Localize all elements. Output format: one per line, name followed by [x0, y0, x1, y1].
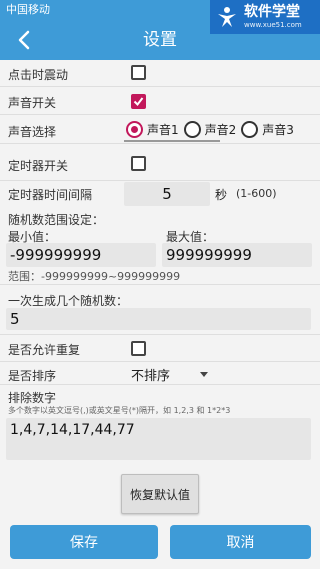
row-timer-switch: 定时器开关: [0, 145, 320, 181]
watermark-title: 软件学堂: [244, 4, 300, 20]
exclude-value: 1,4,7,14,17,44,77: [10, 422, 135, 438]
restore-default-button[interactable]: 恢复默认值: [121, 474, 199, 514]
radio-underline: [124, 140, 220, 142]
min-value: -999999999: [10, 246, 102, 264]
min-value-input[interactable]: -999999999: [6, 243, 156, 267]
count-label: 一次生成几个随机数：: [8, 294, 129, 308]
sound-radio-group: 声音1 声音2 声音3: [126, 116, 299, 143]
allow-repeat-checkbox[interactable]: [131, 341, 146, 356]
sound-radio-3[interactable]: 声音3: [241, 121, 294, 138]
count-input[interactable]: 5: [6, 308, 311, 330]
timer-unit: 秒: [215, 188, 228, 202]
click-vibrate-label: 点击时震动: [8, 68, 69, 82]
radio-checked-icon: [126, 121, 143, 138]
range-text: 范围：-999999999~999999999: [8, 270, 181, 283]
sort-label: 是否排序: [8, 369, 57, 383]
row-click-vibrate: 点击时震动: [0, 60, 320, 87]
timer-interval-input[interactable]: 5: [124, 182, 210, 206]
restore-default-label: 恢复默认值: [129, 487, 190, 502]
allow-repeat-label: 是否允许重复: [8, 343, 81, 357]
sound-switch-label: 声音开关: [8, 96, 57, 110]
save-button[interactable]: 保存: [10, 525, 158, 559]
exclude-hint: 多个数字以英文逗号(,)或英文星号(*)隔开，如 1,2,3 和 1*2*3: [8, 406, 231, 415]
row-allow-repeat: 是否允许重复: [0, 335, 320, 362]
sort-value: 不排序: [131, 368, 171, 384]
max-value-input[interactable]: 999999999: [162, 243, 312, 267]
sound-radio-1[interactable]: 声音1: [126, 121, 179, 138]
exclude-input[interactable]: 1,4,7,14,17,44,77: [6, 418, 311, 460]
sort-select[interactable]: 不排序: [131, 365, 211, 384]
count-value: 5: [10, 310, 20, 328]
sound-select-label: 声音选择: [8, 125, 57, 139]
random-range-title: 随机数范围设定：: [8, 213, 105, 227]
timer-interval-value: 5: [162, 185, 172, 203]
timer-switch-label: 定时器开关: [8, 159, 69, 173]
cancel-button[interactable]: 取消: [170, 525, 311, 559]
row-sound-switch: 声音开关: [0, 88, 320, 115]
radio-unchecked-icon: [183, 121, 201, 138]
max-value: 999999999: [166, 246, 252, 264]
timer-switch-checkbox[interactable]: [131, 156, 146, 171]
radio-unchecked-icon: [241, 121, 259, 138]
divider: [0, 284, 320, 285]
check-icon: [133, 97, 144, 107]
sound-radio-2[interactable]: 声音2: [183, 121, 237, 138]
person-logo-icon: [214, 4, 240, 30]
cancel-label: 取消: [226, 535, 255, 551]
sound-radio-3-label: 声音3: [262, 123, 294, 137]
sound-radio-1-label: 声音1: [147, 123, 179, 137]
dropdown-arrow-icon: [200, 372, 208, 377]
click-vibrate-checkbox[interactable]: [131, 65, 146, 80]
sound-switch-checkbox[interactable]: [131, 94, 146, 109]
exclude-label: 排除数字: [8, 391, 57, 405]
timer-interval-label: 定时器时间间隔: [8, 188, 93, 202]
carrier-label: 中国移动: [6, 3, 50, 16]
watermark-url: www.xue51.com: [244, 21, 302, 29]
sound-radio-2-label: 声音2: [204, 123, 237, 137]
save-label: 保存: [70, 535, 98, 551]
watermark-logo: 软件学堂 www.xue51.com: [210, 0, 320, 34]
timer-range: (1-600): [236, 187, 277, 200]
